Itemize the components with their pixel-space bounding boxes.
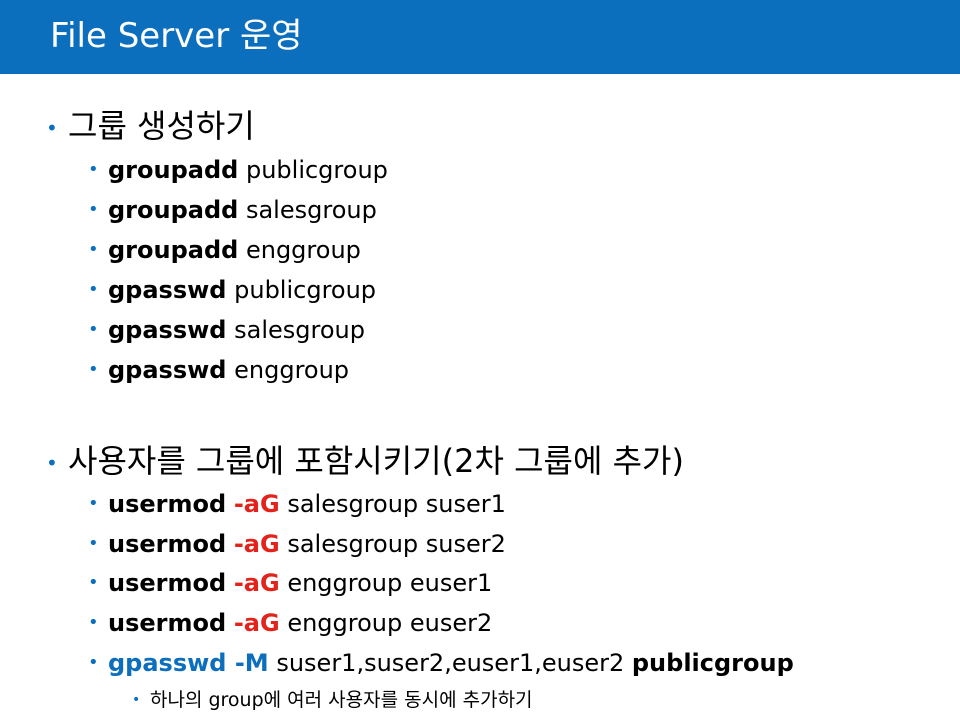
command: usermod (108, 530, 227, 558)
argument: publicgroup (234, 276, 377, 304)
argument: salesgroup suser2 (287, 530, 506, 558)
command-highlighted: gpasswd -M (108, 649, 269, 677)
bullet-icon: • (88, 612, 99, 633)
bullet-icon: • (46, 116, 58, 140)
bullet-icon: • (88, 359, 99, 380)
bullet-icon: • (88, 239, 99, 260)
argument: salesgroup (245, 196, 377, 224)
option-flag: -aG (233, 609, 280, 637)
list-item: • gpasswd salesgroup (88, 315, 365, 345)
command: usermod (108, 569, 227, 597)
list-item: • gpasswd enggroup (88, 355, 349, 385)
bullet-icon: • (88, 493, 99, 514)
bullet-icon: • (132, 692, 141, 708)
section-heading-add-users: • 사용자를 그룹에 포함시키기(2차 그룹에 추가) (46, 441, 684, 481)
command: groupadd (108, 196, 239, 224)
heading-text: 사용자를 그룹에 포함시키기(2차 그룹에 추가) (68, 442, 684, 480)
argument: enggroup euser2 (287, 609, 493, 637)
argument: enggroup euser1 (287, 569, 493, 597)
bullet-icon: • (88, 572, 99, 593)
note-item: • 하나의 group에 여러 사용자를 동시에 추가하기 (132, 687, 533, 713)
option-flag: -aG (233, 530, 280, 558)
list-item: • groupadd salesgroup (88, 195, 377, 225)
bullet-icon: • (88, 159, 99, 180)
list-item: • groupadd publicgroup (88, 155, 388, 185)
option-flag: -aG (233, 569, 280, 597)
target-group: publicgroup (631, 649, 794, 677)
list-item: • usermod -aG enggroup euser2 (88, 608, 492, 638)
bullet-icon: • (88, 319, 99, 340)
bullet-icon: • (88, 652, 99, 673)
slide-title: File Server 운영 (50, 16, 303, 56)
note-text: 하나의 group에 여러 사용자를 동시에 추가하기 (150, 689, 533, 711)
list-item-gpasswd-multi: • gpasswd -M suser1,suser2,euser1,euser2… (88, 648, 794, 678)
command: usermod (108, 490, 227, 518)
argument: salesgroup suser1 (287, 490, 506, 518)
list-item: • usermod -aG salesgroup suser1 (88, 489, 506, 519)
list-item: • groupadd enggroup (88, 235, 361, 265)
bullet-icon: • (88, 533, 99, 554)
bullet-icon: • (46, 451, 58, 475)
argument: enggroup (245, 236, 361, 264)
list-item: • gpasswd publicgroup (88, 275, 376, 305)
command: usermod (108, 609, 227, 637)
title-bar: File Server 운영 (0, 0, 960, 74)
command: gpasswd (108, 276, 227, 304)
command: groupadd (108, 156, 239, 184)
command: groupadd (108, 236, 239, 264)
list-item: • usermod -aG enggroup euser1 (88, 568, 492, 598)
bullet-icon: • (88, 279, 99, 300)
argument: enggroup (234, 356, 350, 384)
argument: salesgroup (234, 316, 365, 344)
command: gpasswd (108, 316, 227, 344)
user-list: suser1,suser2,euser1,euser2 (276, 649, 625, 677)
command: gpasswd (108, 356, 227, 384)
bullet-icon: • (88, 199, 99, 220)
heading-text: 그룹 생성하기 (68, 107, 255, 145)
argument: publicgroup (245, 156, 388, 184)
option-flag: -aG (233, 490, 280, 518)
list-item: • usermod -aG salesgroup suser2 (88, 529, 506, 559)
section-heading-create-groups: • 그룹 생성하기 (46, 106, 255, 146)
